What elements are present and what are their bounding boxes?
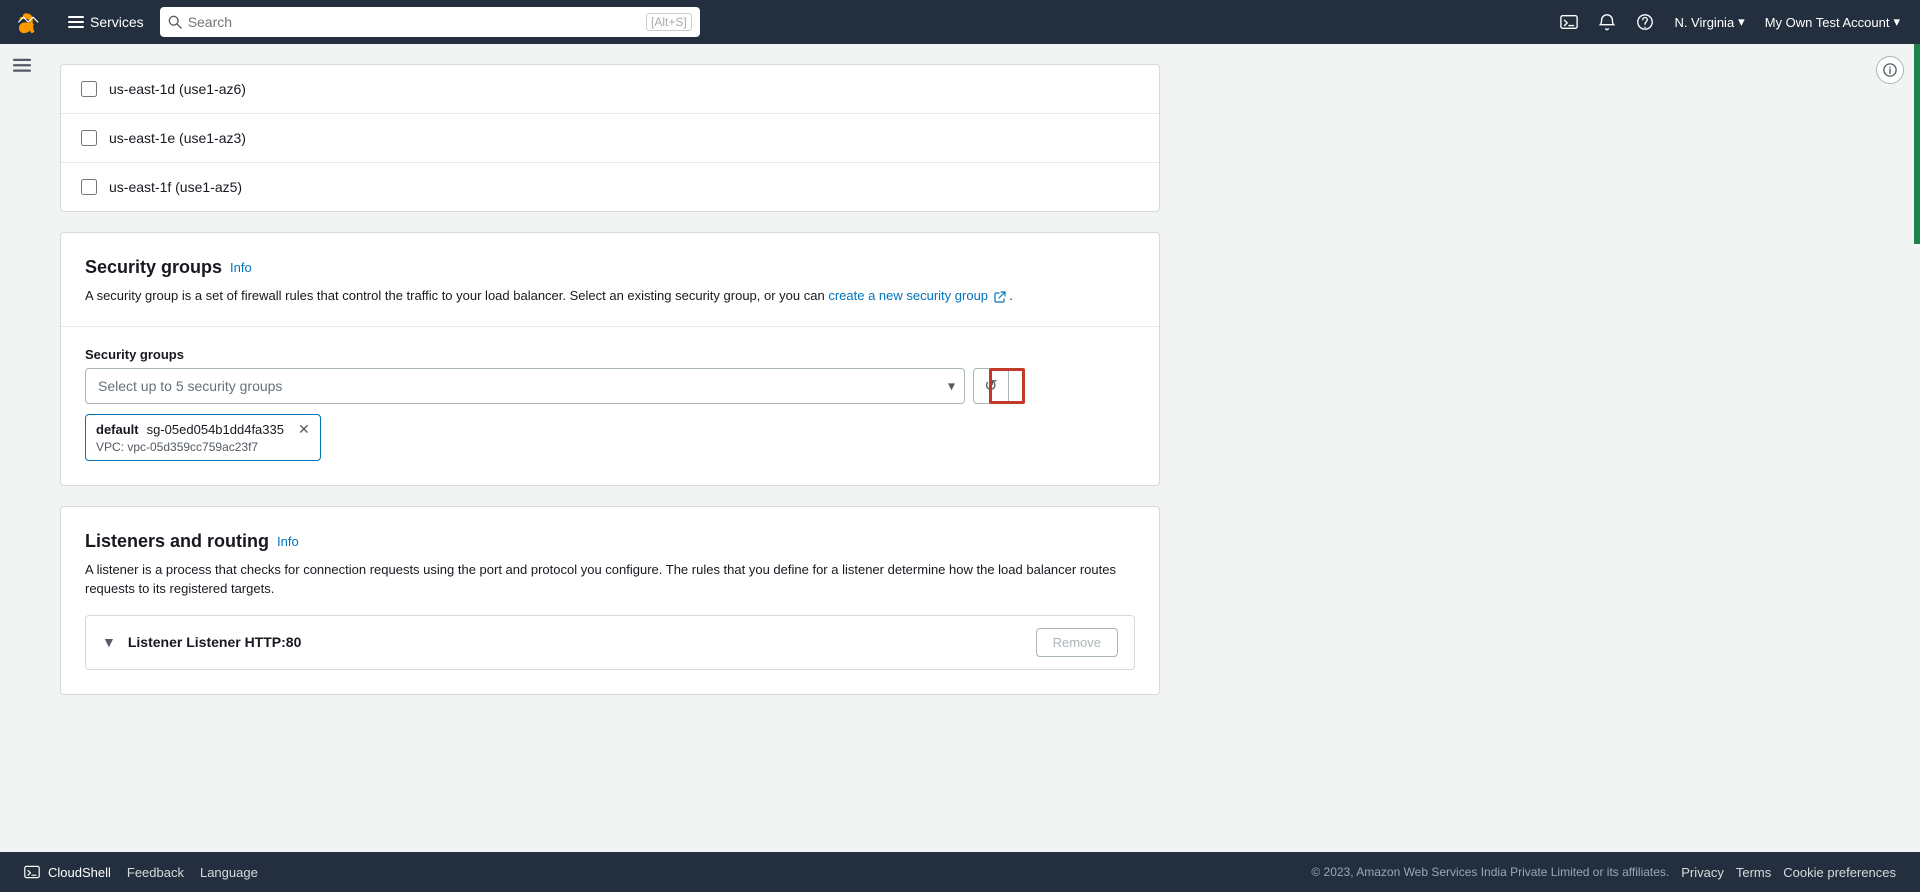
create-security-group-link[interactable]: create a new security group [828,288,1009,303]
help-icon-btn[interactable] [1628,9,1662,35]
availability-zones-section: us-east-1d (use1-az6) us-east-1e (use1-a… [60,64,1160,212]
aws-logo[interactable] [12,4,48,40]
notifications-icon-btn[interactable] [1590,9,1624,35]
tag-id: sg-05ed054b1dd4fa335 [147,422,284,437]
security-groups-field-label: Security groups [85,347,1135,362]
region-chevron-icon: ▾ [1738,14,1745,30]
security-groups-heading: Security groups [85,257,222,278]
listener-http-80: ▼ Listener Listener HTTP:80 Remove [85,615,1135,670]
security-groups-select-row: Select up to 5 security groups ▾ ↺ [85,368,1135,404]
search-bar[interactable]: [Alt+S] [160,7,700,37]
main-content: us-east-1d (use1-az6) us-east-1e (use1-a… [0,44,1920,852]
account-chevron-icon: ▾ [1893,14,1900,30]
listener-label: Listener Listener HTTP:80 [128,634,302,650]
cookie-preferences-link[interactable]: Cookie preferences [1783,865,1896,880]
tag-top-row: default sg-05ed054b1dd4fa335 ✕ [96,421,310,438]
footer-right: © 2023, Amazon Web Services India Privat… [1311,865,1896,880]
terms-link[interactable]: Terms [1736,865,1771,880]
cloudshell-footer-label: CloudShell [48,865,111,880]
az-checkbox-1f[interactable] [81,179,97,195]
az-item-1f: us-east-1f (use1-az5) [61,163,1159,211]
tag-name: default [96,422,139,437]
security-groups-select-wrapper: Select up to 5 security groups ▾ [85,368,965,404]
page-info-button[interactable] [1876,56,1904,84]
listener-chevron-icon[interactable]: ▼ [102,634,116,650]
security-groups-dropdown[interactable]: Select up to 5 security groups [85,368,965,404]
section-divider [61,326,1159,327]
az-label-1d: us-east-1d (use1-az6) [109,81,246,97]
top-navigation: Services [Alt+S] [0,0,1920,44]
region-selector[interactable]: N. Virginia ▾ [1666,10,1752,34]
az-label-1f: us-east-1f (use1-az5) [109,179,242,195]
listeners-routing-panel: Listeners and routing Info A listener is… [60,506,1160,695]
listeners-info-link[interactable]: Info [277,534,299,549]
az-item-1e: us-east-1e (use1-az3) [61,114,1159,163]
security-groups-title: Security groups Info [85,257,1135,278]
az-label-1e: us-east-1e (use1-az3) [109,130,246,146]
footer-left: CloudShell Feedback Language [24,864,258,880]
sidebar-toggle[interactable] [0,44,44,86]
footer: CloudShell Feedback Language © 2023, Ama… [0,852,1920,892]
language-link[interactable]: Language [200,865,258,880]
services-label: Services [90,14,144,30]
right-sidebar-handle[interactable] [1914,44,1920,244]
listeners-description: A listener is a process that checks for … [85,560,1135,599]
external-link-icon [994,291,1006,303]
search-icon [168,15,182,29]
listener-protocol-label: Listener HTTP:80 [186,634,301,650]
security-groups-description: A security group is a set of firewall ru… [85,286,1135,306]
nav-right-controls: N. Virginia ▾ My Own Test Account ▾ [1552,9,1908,35]
refresh-icon: ↺ [984,376,997,396]
security-groups-panel: Security groups Info A security group is… [60,232,1160,486]
az-item-1d: us-east-1d (use1-az6) [61,65,1159,114]
tag-remove-button[interactable]: ✕ [298,421,310,438]
security-groups-info-link[interactable]: Info [230,260,252,275]
account-menu[interactable]: My Own Test Account ▾ [1757,10,1908,34]
security-group-tag: default sg-05ed054b1dd4fa335 ✕ VPC: vpc-… [85,414,321,461]
listener-label-text: Listener [128,634,186,650]
search-input[interactable] [188,14,640,30]
privacy-link[interactable]: Privacy [1681,865,1724,880]
cloudshell-footer-btn[interactable]: CloudShell [24,864,111,880]
region-label: N. Virginia [1674,15,1734,30]
remove-listener-button[interactable]: Remove [1036,628,1118,657]
refresh-button[interactable]: ↺ [973,368,1009,404]
cloudshell-icon-btn[interactable] [1552,9,1586,35]
search-shortcut: [Alt+S] [646,13,692,31]
services-menu[interactable]: Services [60,10,152,34]
account-label: My Own Test Account [1765,15,1890,30]
az-checkbox-1d[interactable] [81,81,97,97]
tag-vpc: VPC: vpc-05d359cc759ac23f7 [96,440,310,454]
listeners-routing-title: Listeners and routing Info [85,531,1135,552]
listeners-routing-heading: Listeners and routing [85,531,269,552]
feedback-link[interactable]: Feedback [127,865,184,880]
az-checkbox-1e[interactable] [81,130,97,146]
selected-security-groups: default sg-05ed054b1dd4fa335 ✕ VPC: vpc-… [85,414,1135,461]
footer-copyright: © 2023, Amazon Web Services India Privat… [1311,865,1669,879]
cloudshell-footer-icon [24,864,40,880]
